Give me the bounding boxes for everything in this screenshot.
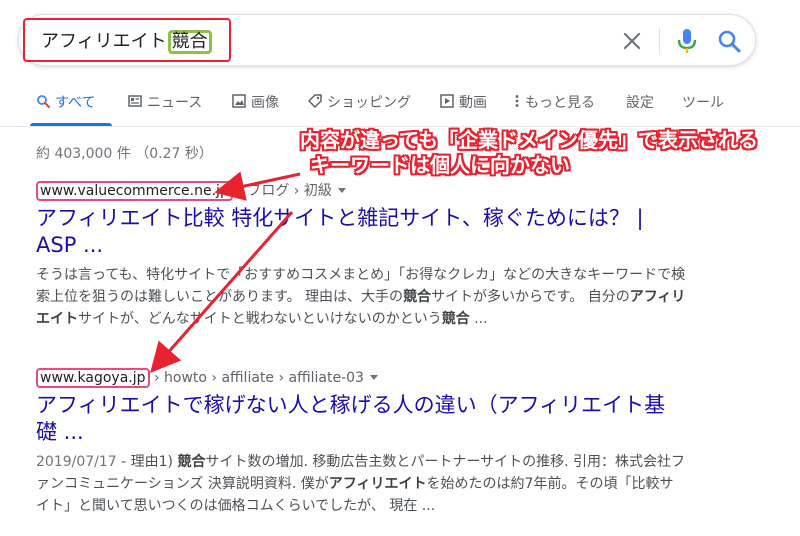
search-result: www.valuecommerce.ne.jp › ブログ › 初級 アフィリエ… [36, 180, 686, 330]
header-divider [0, 126, 800, 127]
snippet-bold: 競合 [441, 311, 470, 327]
voice-search-button[interactable] [675, 27, 699, 55]
tab-more[interactable]: もっと見る [514, 92, 595, 126]
search-divider [659, 28, 660, 54]
chevron-down-icon[interactable] [337, 188, 346, 193]
snippet-text: サイトが、どんなサイトと戦わないといけないのかという [78, 311, 442, 327]
annotation-line-1: 内容が違っても「企業ドメイン優先」で表示される [300, 128, 758, 152]
search-result: www.kagoya.jp › howto › affiliate › affi… [36, 367, 686, 517]
snippet-text: ... [469, 311, 488, 327]
more-vert-icon [515, 95, 519, 107]
search-button[interactable] [715, 27, 743, 55]
tab-label: 設定 [626, 95, 654, 111]
result-snippet: 2019/07/17 - 理由1) 競合サイト数の増加. 移動広告主数とパートナ… [36, 451, 686, 517]
clear-button[interactable] [621, 30, 643, 52]
tab-tools[interactable]: ツール [682, 92, 724, 126]
result-path: › howto › affiliate › affiliate-03 [149, 370, 364, 386]
result-domain: www.kagoya.jp [36, 368, 150, 388]
annotation-line-2: キーワードは個人に向かない [310, 153, 570, 177]
tab-all[interactable]: すべて [36, 92, 95, 126]
tab-news[interactable]: ニュース [128, 92, 202, 126]
close-icon [623, 32, 641, 50]
tab-label: もっと見る [525, 95, 595, 111]
tab-videos[interactable]: 動画 [440, 92, 487, 126]
snippet-bold: 競合 [403, 289, 432, 305]
query-prefix: アフィリエイト [41, 31, 167, 52]
news-icon [128, 95, 142, 107]
query-annotation-box: アフィリエイト 競合 [23, 18, 231, 62]
snippet-text: サイトが多いからです。 自分の [431, 289, 630, 305]
tag-icon [308, 94, 322, 108]
chevron-down-icon[interactable] [369, 375, 378, 380]
search-input[interactable]: アフィリエイト 競合 [41, 30, 212, 54]
tab-label: ショッピング [327, 95, 411, 111]
annotation-callout: 内容が違っても「企業ドメイン優先」で表示される キーワードは個人に向かない [300, 128, 758, 178]
search-box[interactable]: アフィリエイト 競合 [18, 14, 756, 66]
tab-label: 動画 [459, 95, 487, 111]
result-snippet: そうは言っても、特化サイトで「おすすめコスメまとめ」「お得なクレカ」などの大きな… [36, 264, 686, 330]
play-icon [440, 94, 454, 108]
tab-label: 画像 [251, 95, 279, 111]
result-date: 2019/07/17 [36, 454, 117, 470]
result-cite[interactable]: www.kagoya.jp › howto › affiliate › affi… [36, 367, 686, 389]
result-stats: 約 403,000 件 （0.27 秒） [36, 146, 213, 162]
tab-images[interactable]: 画像 [232, 92, 279, 126]
image-icon [232, 94, 246, 108]
query-highlight: 競合 [167, 30, 212, 54]
snippet-text: - 理由1) [116, 454, 178, 470]
tab-settings[interactable]: 設定 [626, 92, 654, 126]
search-icon [37, 95, 50, 108]
mic-icon [677, 29, 697, 53]
result-title-link[interactable]: アフィリエイトで稼げない人と稼げる人の違い（アフィリエイト基礎 ... [36, 392, 676, 446]
result-cite[interactable]: www.valuecommerce.ne.jp › ブログ › 初級 [36, 180, 686, 202]
tab-label: すべて [55, 95, 96, 111]
result-path: › ブログ › 初級 [232, 183, 332, 199]
result-domain: www.valuecommerce.ne.jp [36, 181, 233, 201]
snippet-bold: アフィリエイト [328, 476, 427, 492]
tab-label: ニュース [147, 95, 203, 111]
tab-shopping[interactable]: ショッピング [308, 92, 411, 126]
search-icon [718, 30, 741, 53]
tab-label: ツール [682, 95, 724, 111]
snippet-bold: 競合 [177, 454, 206, 470]
result-title-link[interactable]: アフィリエイト比較 特化サイトと雑記サイト、稼ぐためには？ | ASP ... [36, 205, 676, 259]
